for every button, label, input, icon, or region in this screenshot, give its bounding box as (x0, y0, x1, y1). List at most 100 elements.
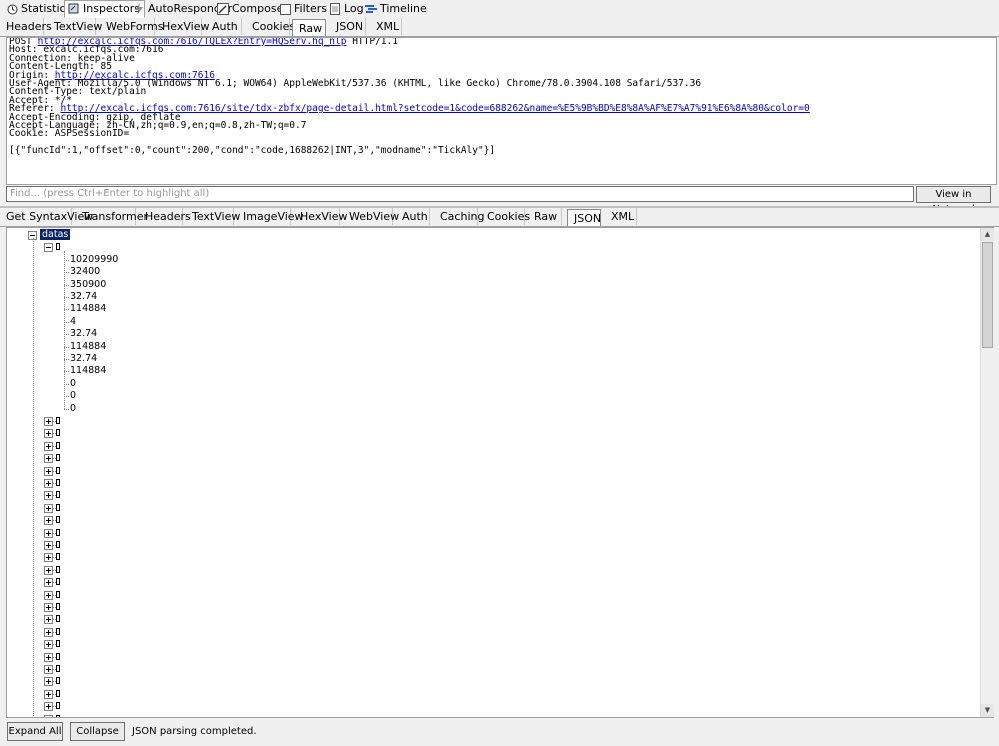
resp-tab-textview[interactable]: TextView (186, 208, 240, 225)
tree-node-value[interactable]: 10209990 (70, 254, 118, 266)
expand-toggle-icon[interactable] (44, 441, 53, 451)
expand-toggle-icon[interactable] (44, 615, 53, 625)
tree-node-value[interactable]: 32.74 (70, 291, 97, 303)
resp-tab-json[interactable]: JSON (567, 209, 601, 226)
expand-toggle-icon[interactable] (44, 491, 53, 501)
tree-node-array[interactable] (56, 502, 60, 514)
tree-node-value[interactable]: 0 (70, 403, 76, 415)
req-tab-textview[interactable]: TextView (48, 18, 102, 35)
scroll-up-arrow-icon[interactable]: ▲ (981, 228, 994, 241)
scroll-thumb[interactable] (982, 242, 993, 348)
resp-tab-caching[interactable]: Caching (434, 208, 484, 225)
expand-toggle-icon[interactable] (44, 603, 53, 612)
collapse-button[interactable]: Collapse (70, 722, 125, 741)
tree-node-array[interactable] (56, 551, 60, 563)
expand-toggle-icon[interactable] (44, 714, 53, 717)
raw-request-view[interactable]: POST http://excalc.icfqs.com:7616/TQLEX?… (6, 37, 997, 185)
resp-tab-transformer[interactable]: Transformer (76, 208, 148, 225)
req-tab-xml[interactable]: XML (370, 18, 402, 35)
tree-node-array[interactable] (56, 688, 60, 700)
req-tab-json[interactable]: JSON (330, 18, 366, 35)
expand-toggle-icon[interactable] (44, 677, 53, 687)
resp-tab-cookies[interactable]: Cookies (481, 208, 530, 225)
tab-timeline[interactable]: Timeline (362, 1, 431, 17)
tree-node-value[interactable]: 0 (70, 378, 76, 390)
expand-toggle-icon[interactable] (44, 578, 53, 588)
expand-toggle-icon[interactable] (44, 565, 53, 575)
resp-tab-headers[interactable]: Headers (139, 208, 191, 225)
expand-toggle-icon[interactable] (44, 429, 53, 439)
expand-toggle-icon[interactable] (44, 640, 53, 650)
resp-tab-xml[interactable]: XML (605, 208, 637, 225)
tree-node-array[interactable] (56, 427, 60, 439)
tree-node-value[interactable]: 114884 (70, 365, 106, 377)
tree-node-value[interactable]: 114884 (70, 341, 106, 353)
req-tab-cookies[interactable]: Cookies (246, 18, 295, 35)
tree-node-array[interactable] (56, 564, 60, 576)
resp-tab-imageview[interactable]: ImageView (237, 208, 304, 225)
expand-toggle-icon[interactable] (44, 553, 53, 563)
tab-filters[interactable]: Filters (276, 1, 331, 17)
expand-toggle-icon[interactable] (44, 689, 53, 699)
tree-node-value[interactable]: 114884 (70, 303, 106, 315)
tree-node-array[interactable] (56, 241, 60, 253)
json-tree-view[interactable]: datas 10209990 32400 350900 32.74 114884 4 32.7… (6, 227, 994, 718)
scroll-down-arrow-icon[interactable]: ▼ (981, 704, 994, 717)
collapse-toggle-icon[interactable] (44, 243, 53, 253)
tree-node-array[interactable] (56, 638, 60, 650)
tree-node-array[interactable] (56, 613, 60, 625)
tree-node-array[interactable] (56, 539, 60, 551)
tree-node-array[interactable] (56, 700, 60, 712)
expand-toggle-icon[interactable] (44, 516, 53, 526)
tree-vertical-scrollbar[interactable]: ▲ ▼ (980, 228, 994, 717)
tree-node-array[interactable] (56, 489, 60, 501)
view-in-notepad-button[interactable]: View in Notepad (916, 186, 991, 215)
tree-node-array[interactable] (56, 576, 60, 588)
req-tab-raw[interactable]: Raw (292, 19, 326, 36)
expand-toggle-icon[interactable] (44, 541, 53, 550)
tree-node-value[interactable]: 32400 (70, 266, 100, 278)
tree-node-array[interactable] (56, 651, 60, 663)
expand-toggle-icon[interactable] (44, 454, 53, 464)
expand-toggle-icon[interactable] (44, 417, 53, 426)
expand-toggle-icon[interactable] (44, 627, 53, 637)
req-tab-auth[interactable]: Auth (206, 18, 242, 35)
req-tab-webforms[interactable]: WebForms (100, 18, 163, 35)
tree-node-value[interactable]: 4 (70, 316, 76, 328)
resp-tab-webview[interactable]: WebView (343, 208, 399, 225)
req-tab-hexview[interactable]: HexView (156, 18, 209, 35)
tree-node-array[interactable] (56, 527, 60, 539)
expand-toggle-icon[interactable] (44, 702, 53, 712)
req-tab-headers[interactable]: Headers (0, 18, 52, 35)
resp-tab-hexview[interactable]: HexView (294, 208, 347, 225)
tree-node-array[interactable] (56, 415, 60, 427)
tree-node-value[interactable]: 32.74 (70, 328, 97, 340)
tree-node-array[interactable] (56, 465, 60, 477)
expand-toggle-icon[interactable] (44, 528, 53, 538)
tree-node-root[interactable]: datas (40, 229, 71, 241)
expand-toggle-icon[interactable] (44, 590, 53, 600)
tree-node-value[interactable]: 350900 (70, 279, 106, 291)
tree-node-value[interactable]: 32.74 (70, 353, 97, 365)
expand-toggle-icon[interactable] (44, 503, 53, 513)
tree-node-array[interactable] (56, 663, 60, 675)
expand-toggle-icon[interactable] (44, 665, 53, 674)
resp-tab-raw[interactable]: Raw (528, 208, 562, 225)
tree-node-array[interactable] (56, 477, 60, 489)
expand-toggle-icon[interactable] (44, 466, 53, 476)
tree-node-array[interactable] (56, 452, 60, 464)
tree-node-array[interactable] (56, 675, 60, 687)
tree-node-array[interactable] (56, 713, 60, 717)
find-input[interactable]: Find... (press Ctrl+Enter to highlight a… (6, 186, 914, 202)
tree-node-array[interactable] (56, 514, 60, 526)
resp-tab-syntaxview[interactable]: Get SyntaxView (0, 208, 93, 225)
expand-all-button[interactable]: Expand All (7, 722, 63, 741)
tree-node-value[interactable]: 0 (70, 390, 76, 402)
resp-tab-auth[interactable]: Auth (396, 208, 430, 225)
expand-toggle-icon[interactable] (44, 479, 53, 488)
tree-node-array[interactable] (56, 589, 60, 601)
tree-node-array[interactable] (56, 626, 60, 638)
tree-node-array[interactable] (56, 601, 60, 613)
tree-node-array[interactable] (56, 440, 60, 452)
expand-toggle-icon[interactable] (44, 652, 53, 662)
